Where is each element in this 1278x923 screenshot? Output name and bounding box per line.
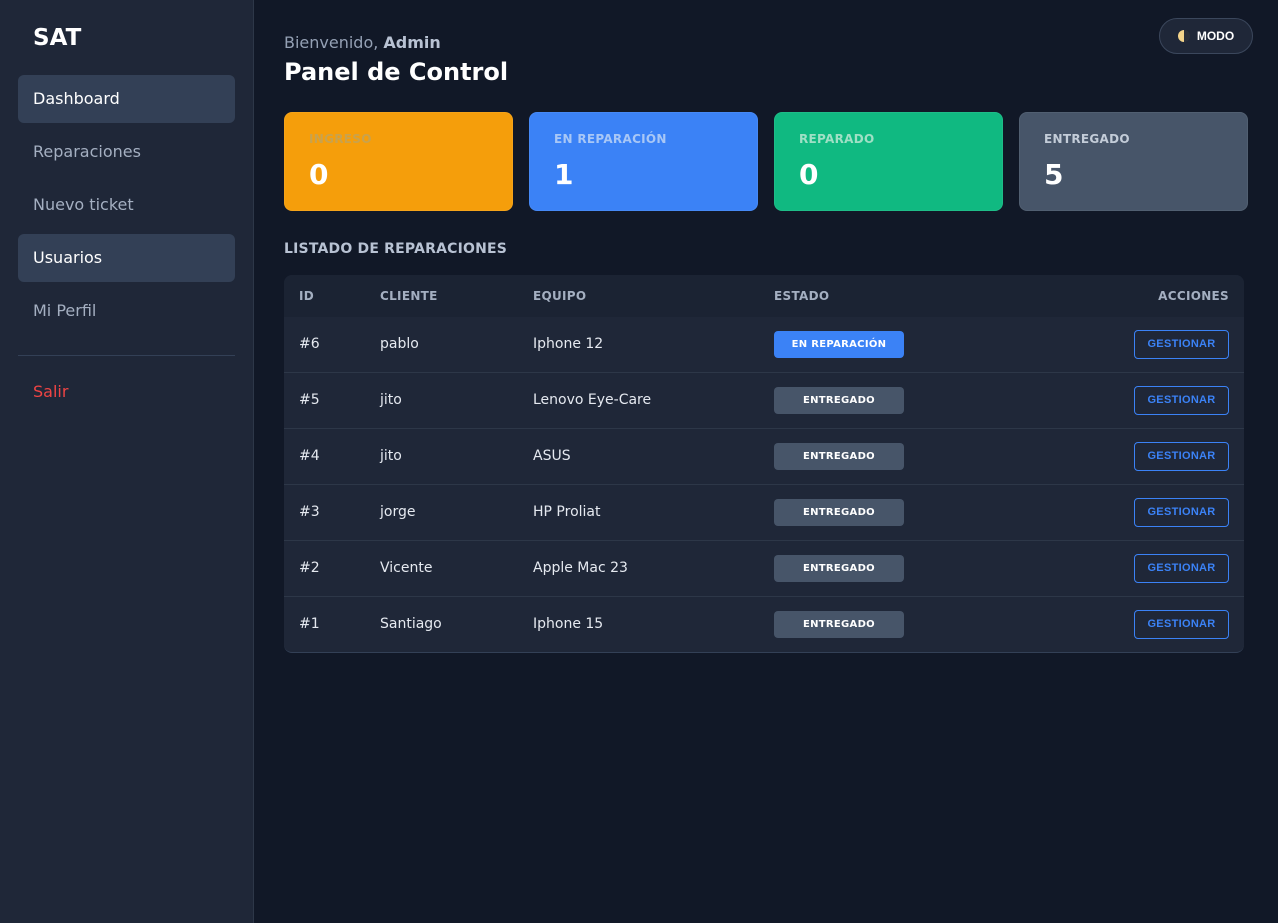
card-en-reparacion: EN REPARACIÓN 1: [529, 112, 758, 211]
cell-id: #6: [299, 336, 320, 353]
cell-id: #2: [299, 560, 320, 576]
status-badge: ENTREGADO: [774, 386, 904, 414]
status-badge: ENTREGADO: [774, 554, 904, 582]
gestionar-button[interactable]: GESTIONAR: [1134, 385, 1229, 415]
gestionar-button[interactable]: GESTIONAR: [1134, 329, 1229, 359]
table-row: #1 Santiago Iphone 15 ENTREGADO GESTIONA…: [284, 596, 1244, 652]
table-row: #3 jorge HP Proliat ENTREGADO GESTIONAR: [284, 484, 1244, 540]
cell-equipo: ASUS: [533, 448, 571, 464]
page-title: Panel de Control: [284, 58, 509, 86]
cell-estado: ENTREGADO: [774, 372, 1024, 428]
gestionar-button[interactable]: GESTIONAR: [1134, 497, 1229, 527]
card-value: 0: [799, 158, 819, 191]
cell-acciones: GESTIONAR: [1024, 428, 1244, 484]
repairs-table-container: ID CLIENTE EQUIPO ESTADO ACCIONES #6 pab…: [284, 275, 1244, 653]
cell-estado: EN REPARACIÓN: [774, 317, 1024, 372]
cell-estado: ENTREGADO: [774, 540, 1024, 596]
status-badge: ENTREGADO: [774, 610, 904, 638]
sidebar: SAT Dashboard Reparaciones Nuevo ticket …: [0, 0, 254, 923]
app-root: SAT Dashboard Reparaciones Nuevo ticket …: [0, 0, 1278, 923]
table-row: #2 Vicente Apple Mac 23 ENTREGADO GESTIO…: [284, 540, 1244, 596]
card-label: ENTREGADO: [1044, 132, 1130, 146]
cell-equipo: Apple Mac 23: [533, 560, 628, 576]
card-value: 0: [309, 158, 329, 191]
column-header-equipo: EQUIPO: [533, 289, 587, 303]
table-body: #6 pablo Iphone 12 EN REPARACIÓN GESTION…: [284, 317, 1244, 652]
section-title: LISTADO DE REPARACIONES: [284, 241, 508, 257]
cell-id: #1: [299, 616, 320, 633]
cell-cliente: jito: [380, 392, 402, 408]
cell-acciones: GESTIONAR: [1024, 372, 1244, 428]
card-ingreso: INGRESO 0: [284, 112, 513, 211]
table-header: ID CLIENTE EQUIPO ESTADO ACCIONES: [284, 275, 1244, 317]
table-row: #6 pablo Iphone 12 EN REPARACIÓN GESTION…: [284, 317, 1244, 372]
card-reparado: REPARADO 0: [774, 112, 1003, 211]
sidebar-divider: [18, 355, 235, 356]
gestionar-button[interactable]: GESTIONAR: [1134, 553, 1229, 583]
column-header-acciones: ACCIONES: [1158, 289, 1229, 303]
card-label: INGRESO: [309, 132, 372, 146]
sidebar-item-usuarios[interactable]: Usuarios: [18, 234, 235, 282]
welcome-text: Bienvenido, Admin: [284, 31, 1248, 55]
cell-cliente: jito: [380, 448, 402, 464]
brand-logo[interactable]: SAT: [18, 22, 235, 54]
card-value: 5: [1044, 158, 1064, 191]
gestionar-button[interactable]: GESTIONAR: [1134, 441, 1229, 471]
cell-id: #4: [299, 448, 320, 464]
column-header-estado: ESTADO: [774, 289, 830, 303]
cell-equipo: Iphone 12: [533, 336, 604, 353]
card-entregado: ENTREGADO 5: [1019, 112, 1248, 211]
sidebar-item-mi-perfil[interactable]: Mi Perfil: [18, 287, 235, 335]
column-header-id: ID: [299, 289, 315, 303]
cell-estado: ENTREGADO: [774, 428, 1024, 484]
cell-equipo: Lenovo Eye-Care: [533, 392, 652, 408]
cell-acciones: GESTIONAR: [1024, 540, 1244, 596]
cell-acciones: GESTIONAR: [1024, 317, 1244, 372]
cell-cliente: Vicente: [380, 560, 433, 576]
cell-estado: ENTREGADO: [774, 484, 1024, 540]
status-badge: ENTREGADO: [774, 442, 904, 470]
card-value: 1: [554, 158, 574, 191]
card-label: EN REPARACIÓN: [554, 132, 667, 146]
status-cards: INGRESO 0 EN REPARACIÓN 1 REPARADO 0 ENT…: [284, 112, 1248, 211]
sidebar-item-dashboard[interactable]: Dashboard: [18, 75, 235, 123]
sidebar-item-reparaciones[interactable]: Reparaciones: [18, 128, 235, 176]
cell-equipo: Iphone 15: [533, 616, 604, 633]
table-row: #4 jito ASUS ENTREGADO GESTIONAR: [284, 428, 1244, 484]
gestionar-button[interactable]: GESTIONAR: [1134, 609, 1229, 639]
sidebar-item-nuevo-ticket[interactable]: Nuevo ticket: [18, 181, 235, 229]
cell-cliente: pablo: [380, 336, 419, 353]
theme-mode-button[interactable]: MODO: [1159, 18, 1253, 54]
status-badge: EN REPARACIÓN: [774, 330, 904, 358]
logout-link[interactable]: Salir: [18, 372, 235, 412]
welcome-user: Admin: [383, 33, 441, 52]
cell-equipo: HP Proliat: [533, 504, 601, 520]
cell-cliente: Santiago: [380, 616, 442, 633]
cell-acciones: GESTIONAR: [1024, 596, 1244, 652]
repairs-table: ID CLIENTE EQUIPO ESTADO ACCIONES #6 pab…: [284, 275, 1244, 652]
cell-estado: ENTREGADO: [774, 596, 1024, 652]
main-content: MODO Bienvenido, Admin Panel de Control …: [254, 0, 1278, 923]
cell-cliente: jorge: [380, 504, 416, 520]
card-label: REPARADO: [799, 132, 875, 146]
welcome-prefix: Bienvenido,: [284, 33, 384, 52]
cell-id: #3: [299, 504, 320, 520]
cell-acciones: GESTIONAR: [1024, 484, 1244, 540]
cell-id: #5: [299, 392, 320, 408]
moon-icon: [1177, 30, 1190, 42]
column-header-cliente: CLIENTE: [380, 289, 438, 303]
theme-mode-label: MODO: [1196, 29, 1235, 43]
table-row: #5 jito Lenovo Eye-Care ENTREGADO GESTIO…: [284, 372, 1244, 428]
status-badge: ENTREGADO: [774, 498, 904, 526]
table-header-row: ID CLIENTE EQUIPO ESTADO ACCIONES: [284, 275, 1244, 317]
